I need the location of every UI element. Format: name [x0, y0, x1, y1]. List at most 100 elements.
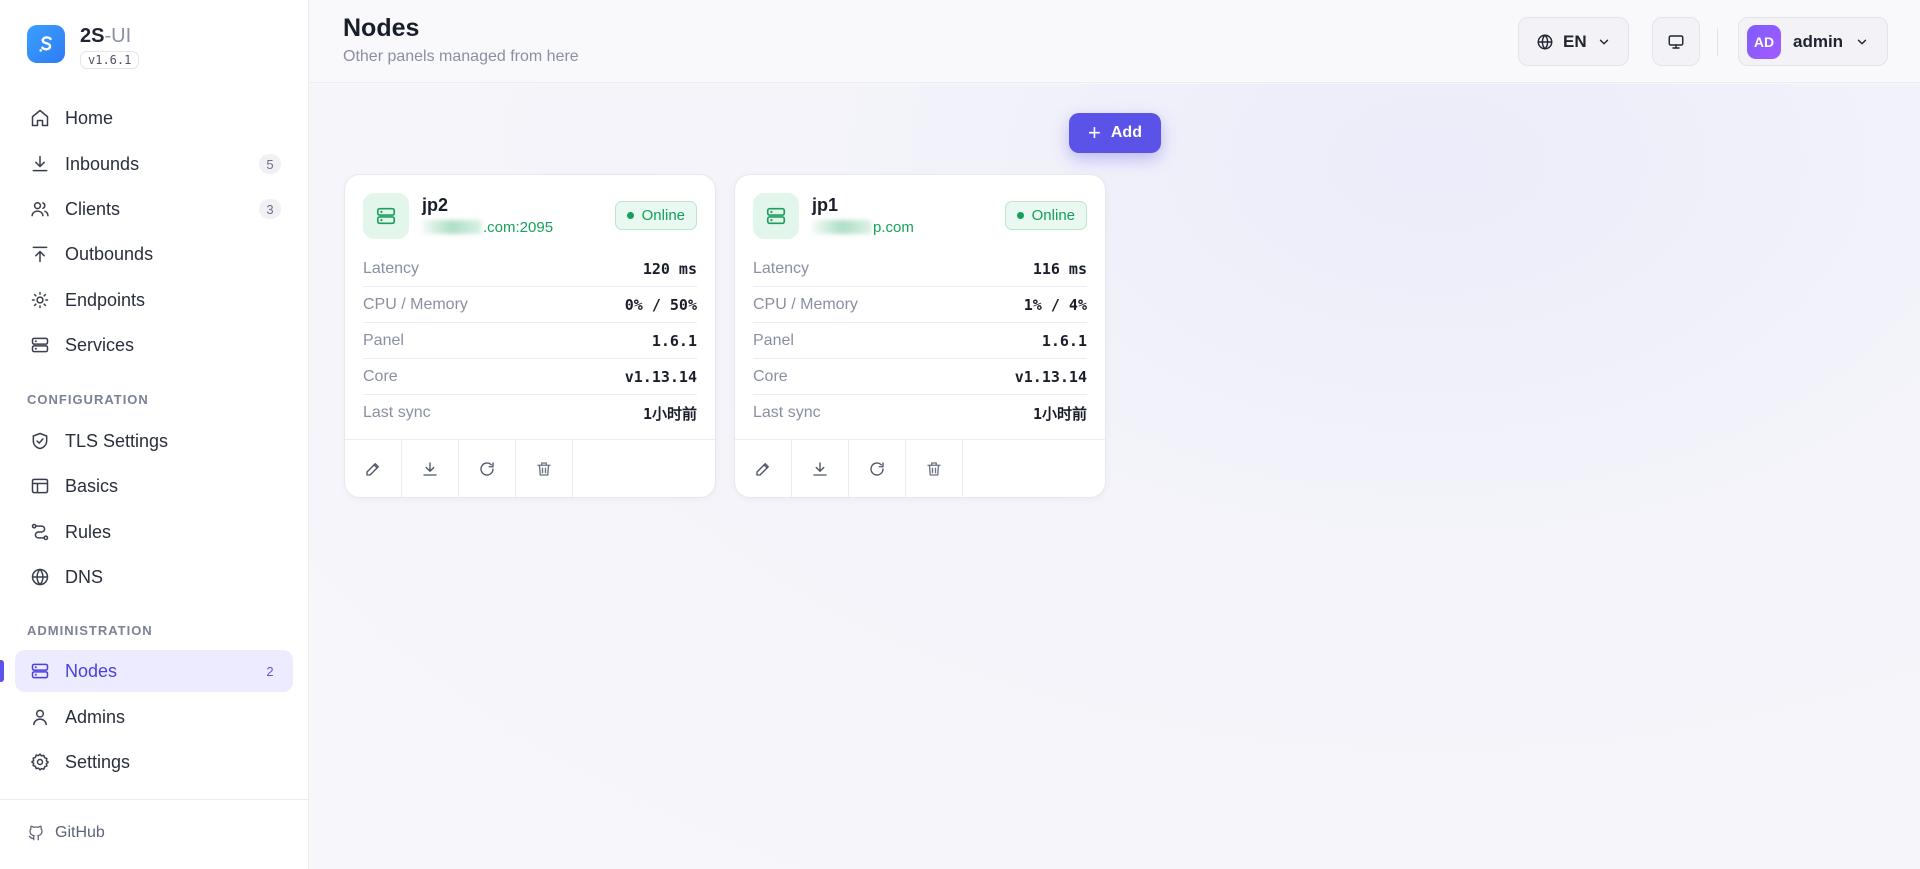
section-title-configuration: CONFIGURATION: [27, 392, 149, 407]
refresh-button[interactable]: [459, 440, 516, 497]
delete-button[interactable]: [906, 440, 963, 497]
monitor-icon: [1667, 33, 1685, 51]
edit-button[interactable]: [345, 440, 402, 497]
server-icon: [363, 193, 409, 239]
avatar: AD: [1747, 24, 1781, 59]
panel-row: Panel 1.6.1: [753, 323, 1087, 359]
pencil-icon: [754, 460, 772, 478]
status-badge: Online: [614, 201, 697, 230]
page-subtitle: Other panels managed from here: [343, 48, 579, 65]
chevron-down-icon: [1855, 35, 1869, 49]
latency-row: Latency 116 ms: [753, 251, 1087, 287]
sidebar-item-dns[interactable]: DNS: [15, 556, 293, 598]
delete-button[interactable]: [516, 440, 573, 497]
edit-button[interactable]: [735, 440, 792, 497]
github-icon: [27, 824, 45, 842]
plus-icon: +: [1088, 120, 1101, 145]
redacted-host: [812, 220, 872, 234]
sidebar-item-label: Clients: [65, 198, 121, 219]
sidebar-item-label: Inbounds: [65, 153, 140, 174]
download-icon: [29, 153, 51, 175]
user-icon: [29, 706, 51, 728]
sidebar-item-label: Outbounds: [65, 243, 154, 264]
globe-icon: [29, 566, 51, 588]
core-row: Core v1.13.14: [753, 359, 1087, 395]
home-icon: [29, 107, 51, 129]
redacted-host: [422, 220, 482, 234]
sidebar-item-endpoints[interactable]: Endpoints: [15, 279, 293, 321]
sidebar-item-label: Nodes: [65, 660, 118, 681]
section-title-administration: ADMINISTRATION: [27, 623, 153, 638]
add-node-button[interactable]: + Add: [1069, 113, 1161, 153]
active-indicator: [0, 660, 4, 682]
refresh-button[interactable]: [849, 440, 906, 497]
download-button[interactable]: [402, 440, 459, 497]
version-badge: v1.6.1: [80, 51, 140, 69]
last-sync-row: Last sync 1小时前: [363, 404, 697, 423]
github-link[interactable]: GitHub: [27, 824, 105, 842]
sidebar-item-nodes[interactable]: Nodes 2: [15, 650, 293, 692]
cpu-memory-row: CPU / Memory 1% / 4%: [753, 287, 1087, 323]
sidebar-item-tls-settings[interactable]: TLS Settings: [15, 420, 293, 462]
gear-icon: [29, 751, 51, 773]
sidebar-item-label: TLS Settings: [65, 430, 169, 451]
latency-row: Latency 120 ms: [363, 251, 697, 287]
theme-toggle-button[interactable]: [1652, 17, 1700, 66]
language-label: EN: [1563, 31, 1587, 51]
sidebar: 2S-UI v1.6.1 Home Inbounds 5 Clients 3 O…: [0, 0, 309, 869]
node-name: jp1: [812, 195, 839, 215]
sidebar-item-label: Rules: [65, 521, 112, 542]
sidebar-item-settings[interactable]: Settings: [15, 741, 293, 783]
sidebar-item-home[interactable]: Home: [15, 97, 293, 139]
count-badge: 5: [259, 154, 281, 174]
pencil-icon: [364, 460, 382, 478]
sidebar-item-label: Services: [65, 334, 135, 355]
download-button[interactable]: [792, 440, 849, 497]
node-card: jp2 .com:2095 Online Latency 120 ms CPU /…: [344, 174, 716, 498]
server-icon: [29, 660, 51, 682]
upload-icon: [29, 243, 51, 265]
sidebar-item-label: Admins: [65, 706, 126, 727]
users-icon: [29, 198, 51, 220]
sidebar-item-label: DNS: [65, 566, 104, 587]
user-name: admin: [1793, 31, 1844, 51]
brand[interactable]: 2S-UI v1.6.1: [27, 25, 140, 69]
refresh-icon: [868, 460, 886, 478]
sidebar-item-inbounds[interactable]: Inbounds 5: [15, 143, 293, 185]
trash-icon: [925, 460, 943, 478]
sidebar-item-services[interactable]: Services: [15, 324, 293, 366]
chevron-down-icon: [1597, 35, 1611, 49]
sidebar-item-label: Settings: [65, 751, 131, 772]
language-selector[interactable]: EN: [1518, 17, 1629, 66]
user-menu[interactable]: AD admin: [1738, 17, 1888, 66]
node-host: .com:2095: [422, 219, 553, 236]
node-name: jp2: [422, 195, 449, 215]
cpu-memory-row: CPU / Memory 0% / 50%: [363, 287, 697, 323]
sidebar-item-basics[interactable]: Basics: [15, 465, 293, 507]
status-dot: [626, 212, 634, 219]
download-icon: [421, 460, 439, 478]
sidebar-footer: GitHub: [0, 799, 309, 869]
sidebar-item-admins[interactable]: Admins: [15, 696, 293, 738]
sidebar-item-label: Home: [65, 107, 114, 128]
download-icon: [811, 460, 829, 478]
node-host: p.com: [812, 219, 914, 236]
sidebar-item-rules[interactable]: Rules: [15, 511, 293, 553]
sidebar-item-clients[interactable]: Clients 3: [15, 188, 293, 230]
trash-icon: [535, 460, 553, 478]
logo-icon: [27, 25, 65, 63]
brand-name: 2S-UI: [80, 25, 132, 47]
table-icon: [29, 475, 51, 497]
core-row: Core v1.13.14: [363, 359, 697, 395]
sidebar-item-outbounds[interactable]: Outbounds: [15, 233, 293, 275]
count-badge: 3: [259, 199, 281, 219]
header: Nodes Other panels managed from here EN …: [310, 0, 1920, 83]
globe-icon: [1536, 33, 1554, 51]
sidebar-item-label: Endpoints: [65, 289, 146, 310]
header-divider: [1717, 28, 1718, 56]
page-title: Nodes: [343, 14, 420, 42]
add-button-label: Add: [1110, 124, 1142, 141]
route-icon: [29, 521, 51, 543]
sun-icon: [29, 289, 51, 311]
status-badge: Online: [1004, 201, 1087, 230]
